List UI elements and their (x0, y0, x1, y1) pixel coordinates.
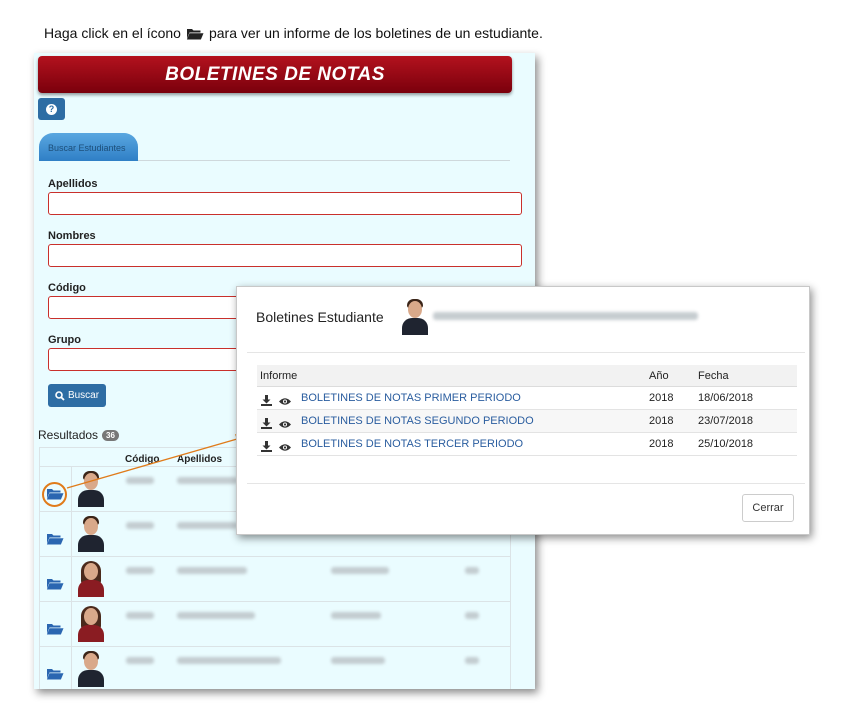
boletin-year: 2018 (649, 438, 674, 450)
close-button[interactable]: Cerrar (742, 494, 794, 522)
boletin-year: 2018 (649, 392, 674, 404)
download-icon[interactable] (261, 416, 272, 434)
boletines-table-header: Informe Año Fecha (257, 365, 797, 387)
modal-header-divider (247, 352, 805, 353)
modal-title: Boletines Estudiante (256, 309, 384, 325)
boletin-date: 18/06/2018 (698, 392, 754, 404)
eye-icon[interactable] (279, 416, 291, 434)
download-icon[interactable] (261, 439, 272, 457)
column-header-fecha: Fecha (698, 370, 729, 382)
table-row: BOLETINES DE NOTAS TERCER PERIODO 2018 2… (257, 433, 797, 456)
table-row: BOLETINES DE NOTAS PRIMER PERIODO 2018 1… (257, 387, 797, 410)
column-header-anio: Año (649, 370, 669, 382)
boletin-link[interactable]: BOLETINES DE NOTAS TERCER PERIODO (301, 438, 523, 450)
modal-footer-divider (247, 483, 805, 484)
blurred-student-name (433, 312, 698, 320)
boletin-date: 23/07/2018 (698, 415, 754, 427)
boletin-year: 2018 (649, 415, 674, 427)
boletin-date: 25/10/2018 (698, 438, 754, 450)
boletines-modal: Boletines Estudiante Informe Año Fecha B… (236, 286, 810, 535)
student-avatar (400, 299, 430, 335)
column-header-informe: Informe (260, 370, 298, 382)
boletin-link[interactable]: BOLETINES DE NOTAS SEGUNDO PERIODO (301, 415, 534, 427)
boletin-link[interactable]: BOLETINES DE NOTAS PRIMER PERIODO (301, 392, 521, 404)
table-row: BOLETINES DE NOTAS SEGUNDO PERIODO 2018 … (257, 410, 797, 433)
eye-icon[interactable] (279, 393, 291, 411)
download-icon[interactable] (261, 393, 272, 411)
eye-icon[interactable] (279, 439, 291, 457)
